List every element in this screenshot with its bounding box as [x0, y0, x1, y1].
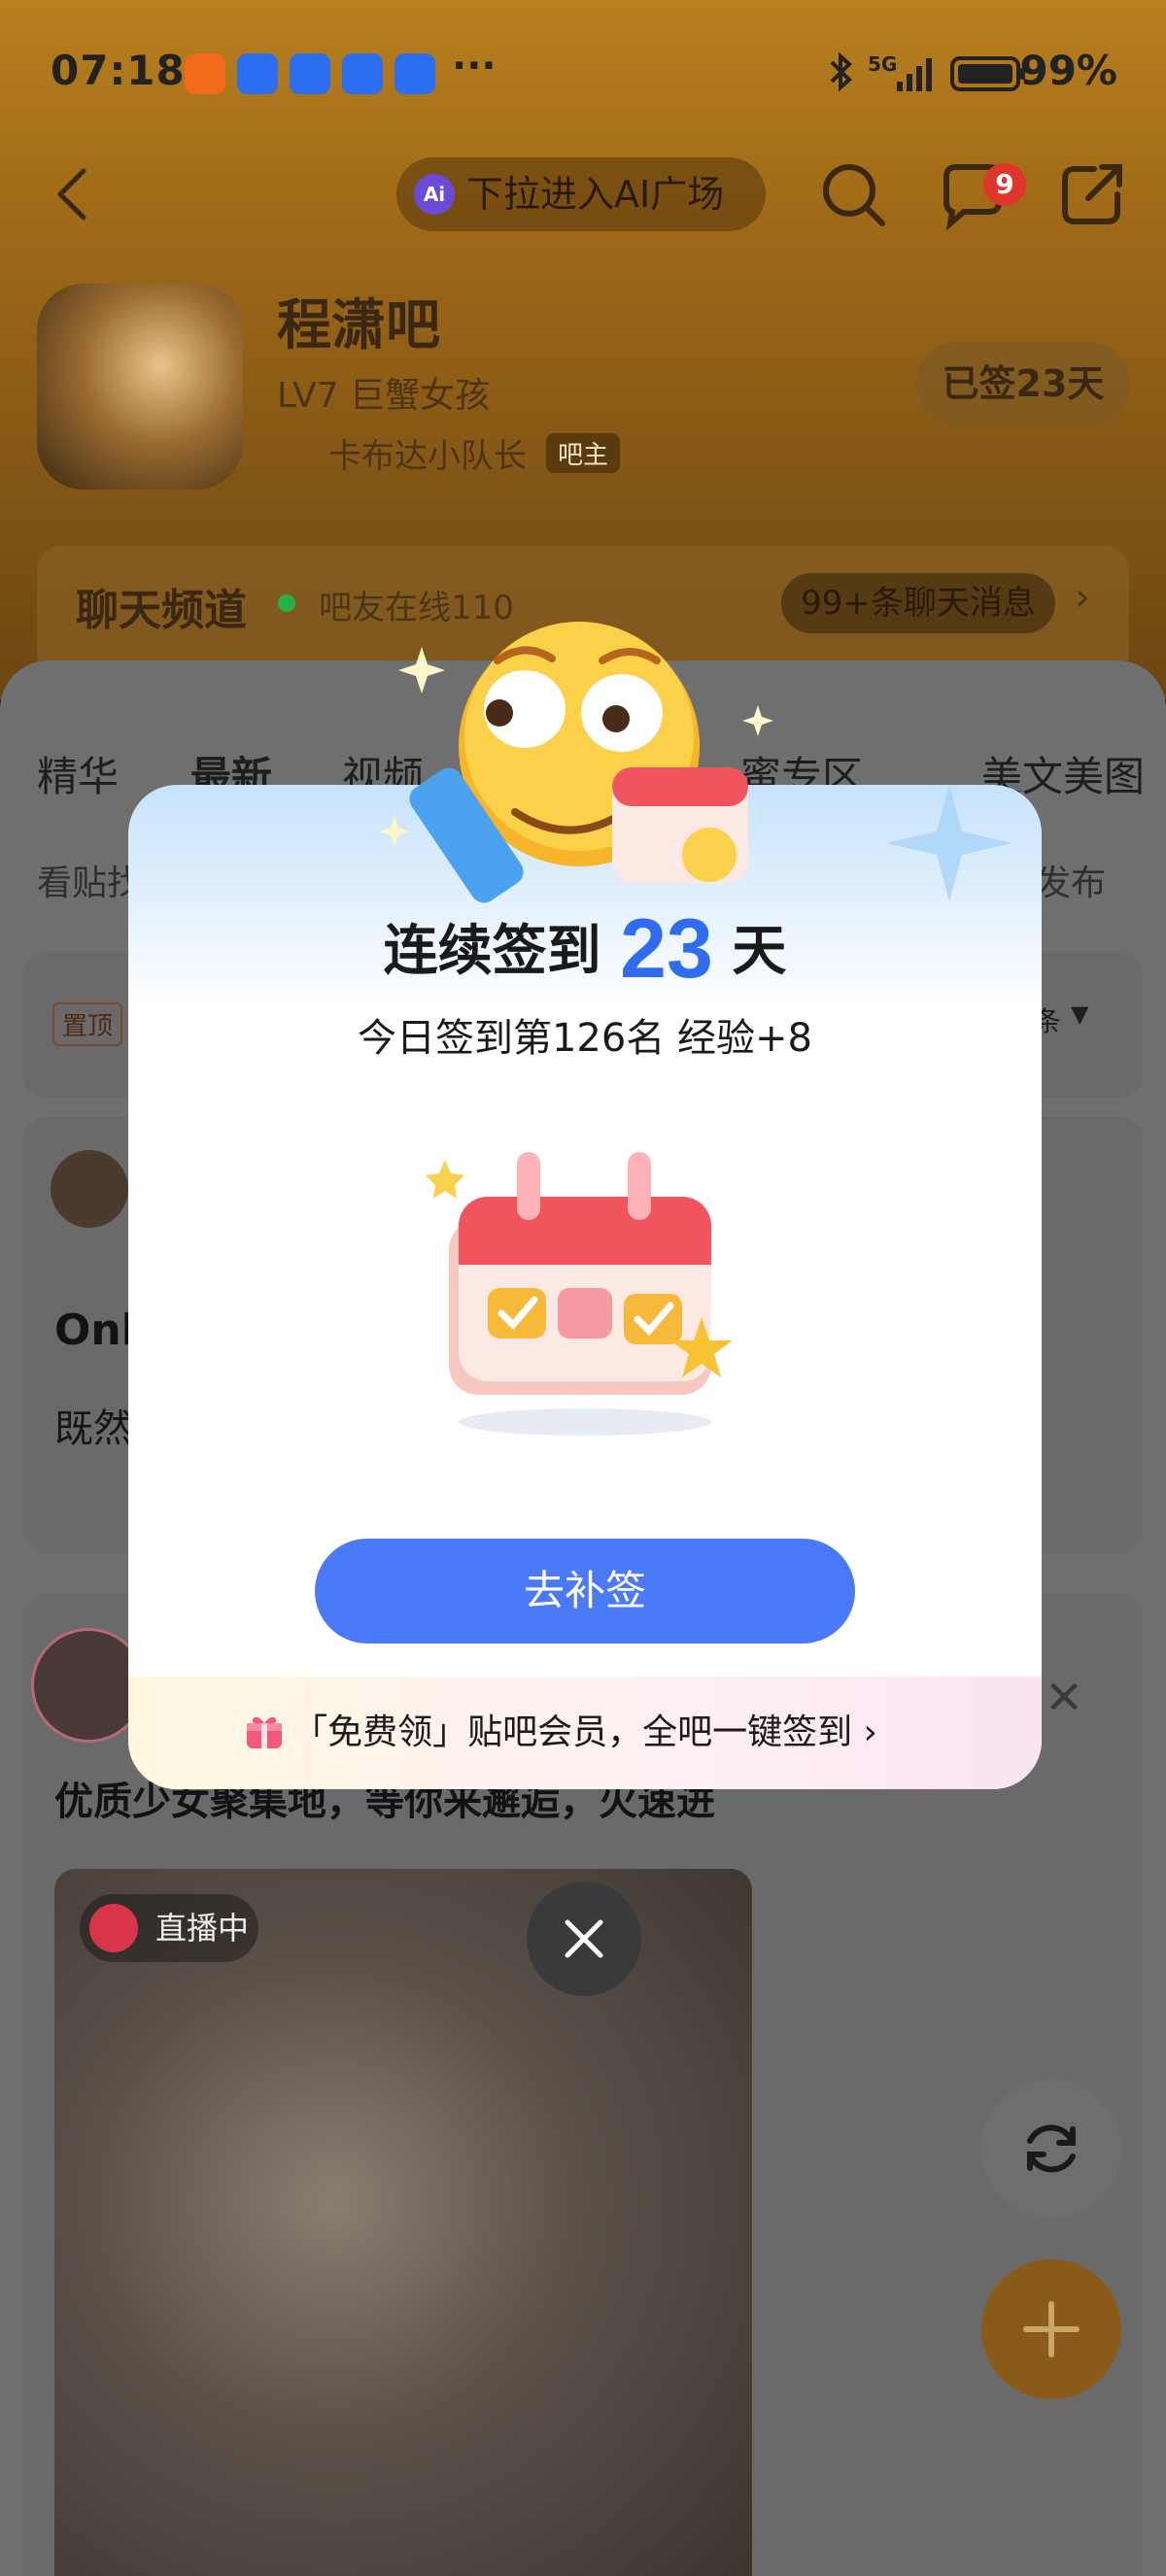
forum-title: 程潇吧 — [277, 294, 440, 357]
promo-text[interactable]: 「免费领」贴吧会员，全吧一键签到 › — [128, 1677, 1042, 1789]
chevron-right-icon: › — [1075, 575, 1090, 620]
checkin-rank-exp: 今日签到第126名 经验+8 — [357, 1016, 813, 1061]
forum-level: LV7 巨蟹女孩 — [277, 376, 491, 416]
close-modal-button[interactable] — [527, 1881, 641, 1996]
back-icon[interactable] — [49, 165, 97, 223]
ai-badge-icon: Ai — [414, 174, 455, 215]
battery-icon — [950, 56, 1025, 91]
checkin-title: 连续签到 23 天 — [128, 901, 1042, 998]
calendar-icon — [426, 1152, 733, 1436]
checkin-days-count: 23 — [620, 902, 713, 996]
browser-app-icon — [342, 53, 383, 94]
author-avatar[interactable] — [51, 1150, 128, 1228]
browser-app-icon — [394, 53, 435, 94]
create-post-button[interactable] — [981, 2259, 1121, 2399]
checkin-title-prefix: 连续签到 — [383, 920, 601, 983]
publish-button[interactable]: 发布 — [1036, 855, 1106, 905]
chevron-down-icon: ▼ — [1071, 1000, 1089, 1028]
checkin-title-suffix: 天 — [732, 920, 787, 983]
tab-featured[interactable]: 精华 — [37, 744, 119, 803]
owner-name[interactable]: 卡布达小队长 — [328, 429, 527, 477]
chevron-right-icon: › — [863, 1712, 877, 1752]
ai-pill-label: 下拉进入AI广场 — [466, 173, 725, 216]
ai-square-pill[interactable]: Ai 下拉进入AI广场 — [396, 157, 766, 231]
dismiss-post-icon[interactable]: ✕ — [1045, 1671, 1083, 1725]
membership-promo[interactable]: 「免费领」贴吧会员，全吧一键签到 › — [128, 1677, 1042, 1789]
battery-percent: 99% — [1019, 47, 1117, 94]
forum-avatar[interactable] — [37, 284, 243, 490]
search-icon[interactable] — [816, 157, 890, 231]
browser-app-icon — [290, 53, 330, 94]
close-icon — [565, 1919, 603, 1958]
online-status-dot — [278, 594, 295, 612]
status-bar: 07:18 ··· 5G 99% — [0, 0, 1166, 146]
bluetooth-icon — [830, 51, 852, 92]
status-time: 07:18 — [51, 47, 186, 94]
makeup-checkin-button[interactable]: 去补签 — [315, 1539, 855, 1644]
sparkle-decoration-icon — [886, 785, 1012, 901]
message-count-badge: 9 — [983, 163, 1026, 206]
chat-channel-title: 聊天频道 — [76, 586, 247, 635]
refresh-icon — [1027, 2124, 1076, 2173]
kuaishou-app-icon — [185, 53, 225, 94]
signed-days-pill[interactable]: 已签23天 — [916, 342, 1130, 425]
search-placeholder[interactable]: 看贴找 — [37, 855, 142, 905]
pinned-tag: 置顶 — [52, 1002, 123, 1046]
plus-icon — [1023, 2301, 1080, 2357]
owner-role-tag: 吧主 — [546, 433, 621, 473]
chat-messages-pill[interactable]: 99+条聊天消息 — [781, 573, 1055, 633]
checkin-modal: 连续签到 23 天 今日签到第126名 经验+8 去补签 「免费领」贴吧会员，全… — [128, 785, 1042, 1789]
live-stream-thumbnail[interactable]: 直播中 — [54, 1869, 752, 2576]
browser-app-icon — [237, 53, 278, 94]
live-indicator-icon — [89, 1904, 138, 1952]
post-excerpt[interactable]: 既然 — [54, 1397, 132, 1453]
post-title[interactable]: Onl — [54, 1305, 136, 1355]
share-icon[interactable] — [1055, 157, 1129, 231]
live-badge: 直播中 — [80, 1894, 258, 1962]
mascot-emoji-icon — [379, 622, 773, 903]
screen: 07:18 ··· 5G 99% Ai 下拉进入AI广场 9 程潇吧 LV7 巨… — [0, 0, 1166, 2576]
more-notifications-icon: ··· — [452, 44, 497, 88]
live-label: 直播中 — [155, 1910, 250, 1947]
promo-label: 「免费领」贴吧会员，全吧一键签到 — [292, 1712, 853, 1752]
signal-icon — [897, 58, 932, 91]
refresh-button[interactable] — [981, 2079, 1121, 2219]
